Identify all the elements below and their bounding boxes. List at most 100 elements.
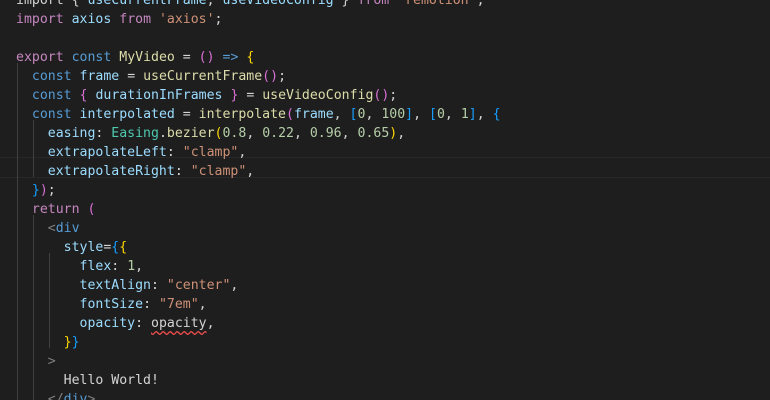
code-line[interactable]: [16, 29, 501, 48]
indent-guide: [49, 253, 50, 348]
punctuation-token: :: [151, 278, 167, 293]
punctuation-token: [16, 107, 32, 122]
bracket-token: (: [87, 202, 96, 217]
punctuation-token: ,: [246, 164, 255, 179]
punctuation-token: [16, 164, 48, 179]
identifier-token: easing: [47, 126, 96, 141]
code-line[interactable]: >: [16, 352, 501, 371]
keyword-token: const: [31, 69, 72, 84]
code-line[interactable]: extrapolateLeft: "clamp",: [16, 143, 501, 162]
indent-guide: [33, 215, 34, 400]
code-line[interactable]: return (: [16, 200, 501, 219]
bracket-token: ]: [468, 107, 477, 122]
punctuation-token: ,: [198, 297, 207, 312]
code-line[interactable]: const interpolated = interpolate(frame, …: [16, 105, 501, 124]
code-editor[interactable]: import { useCurrentFrame, useVideoConfig…: [0, 0, 770, 400]
punctuation-token: [151, 12, 159, 27]
jsx-text-token: Hello World!: [63, 373, 159, 388]
identifier-token: frame: [79, 69, 120, 84]
code-line[interactable]: easing: Easing.bezier(0.8, 0.22, 0.96, 0…: [16, 124, 501, 143]
tag-bracket-token: <: [47, 221, 56, 236]
punctuation-token: ,: [397, 126, 406, 141]
identifier-token: useVideoConfig: [222, 0, 334, 8]
punctuation-token: [215, 50, 223, 65]
punctuation-token: ,: [444, 107, 461, 122]
bracket-token: [: [349, 107, 358, 122]
number-token: 1: [127, 259, 136, 274]
identifier-token: style: [63, 240, 104, 255]
control-keyword-token: from: [119, 12, 152, 27]
code-line[interactable]: opacity: opacity,: [16, 314, 501, 333]
code-line[interactable]: import { useCurrentFrame, useVideoConfig…: [16, 0, 501, 10]
bracket-token: [: [429, 107, 437, 122]
indent-guide: [17, 63, 18, 400]
bracket-token: (): [373, 88, 390, 103]
string-token: 'axios': [158, 12, 215, 27]
punctuation-token: [16, 202, 32, 217]
control-keyword-token: import: [16, 12, 64, 27]
error-identifier-token: opacity: [151, 316, 207, 331]
punctuation-token: ,: [230, 278, 239, 293]
punctuation-token: [16, 183, 32, 198]
code-line[interactable]: flex: 1,: [16, 257, 501, 276]
punctuation-token: [16, 88, 32, 103]
punctuation-token: [72, 107, 80, 122]
bracket-token: (): [198, 50, 215, 65]
keyword-token: const: [31, 88, 72, 103]
code-line[interactable]: extrapolateRight: "clamp",: [16, 162, 501, 181]
punctuation-token: [16, 278, 80, 293]
string-token: "center": [166, 278, 231, 293]
punctuation-token: :: [111, 259, 128, 274]
punctuation-token: ,: [333, 107, 350, 122]
identifier-token: extrapolateRight: [47, 164, 175, 179]
punctuation-token: [16, 126, 48, 141]
punctuation-token: ;: [389, 88, 398, 103]
code-line[interactable]: export const MyVideo = () => {: [16, 48, 501, 67]
number-token: 0: [436, 107, 445, 122]
punctuation-token: [16, 297, 80, 312]
code-line[interactable]: }}: [16, 333, 501, 352]
identifier-token: frame: [293, 107, 334, 122]
punctuation-token: [16, 69, 32, 84]
number-token: 0.65: [357, 126, 390, 141]
code-line[interactable]: textAlign: "center",: [16, 276, 501, 295]
code-line[interactable]: <div: [16, 219, 501, 238]
function-token: MyVideo: [119, 50, 175, 65]
bracket-token: {: [79, 88, 88, 103]
number-token: 0.96: [309, 126, 342, 141]
code-line[interactable]: const { durationInFrames } = useVideoCon…: [16, 86, 501, 105]
code-line[interactable]: Hello World!: [16, 371, 501, 390]
code-line[interactable]: });: [16, 181, 501, 200]
number-token: 100: [381, 107, 406, 122]
code-line[interactable]: const frame = useCurrentFrame();: [16, 67, 501, 86]
bracket-token: ]: [405, 107, 414, 122]
punctuation-token: =: [174, 107, 199, 122]
punctuation-token: [72, 88, 80, 103]
punctuation-token: [389, 0, 397, 8]
punctuation-token: [16, 335, 64, 350]
bracket-token: (): [262, 69, 279, 84]
punctuation-token: [16, 373, 64, 388]
code-line[interactable]: </div>: [16, 390, 501, 400]
bracket-token: (: [286, 107, 294, 122]
keyword-token: const: [71, 50, 112, 65]
punctuation-token: :: [95, 126, 112, 141]
code-line[interactable]: import axios from 'axios';: [16, 10, 501, 29]
punctuation-token: [16, 392, 48, 400]
punctuation-token: ,: [476, 107, 493, 122]
punctuation-token: ,: [365, 107, 382, 122]
punctuation-token: [16, 240, 64, 255]
punctuation-token: :: [174, 164, 191, 179]
punctuation-token: ;: [214, 12, 223, 27]
identifier-token: textAlign: [79, 278, 151, 293]
punctuation-token: =: [238, 88, 263, 103]
punctuation-token: ,: [293, 126, 310, 141]
code-line[interactable]: fontSize: "7em",: [16, 295, 501, 314]
identifier-token: durationInFrames: [95, 88, 223, 103]
code-lines[interactable]: import { useCurrentFrame, useVideoConfig…: [16, 0, 501, 400]
code-line[interactable]: style={{: [16, 238, 501, 257]
punctuation-token: ,: [206, 0, 223, 8]
tag-bracket-token: >: [47, 354, 56, 369]
punctuation-token: [72, 69, 80, 84]
control-keyword-token: from: [357, 0, 390, 8]
